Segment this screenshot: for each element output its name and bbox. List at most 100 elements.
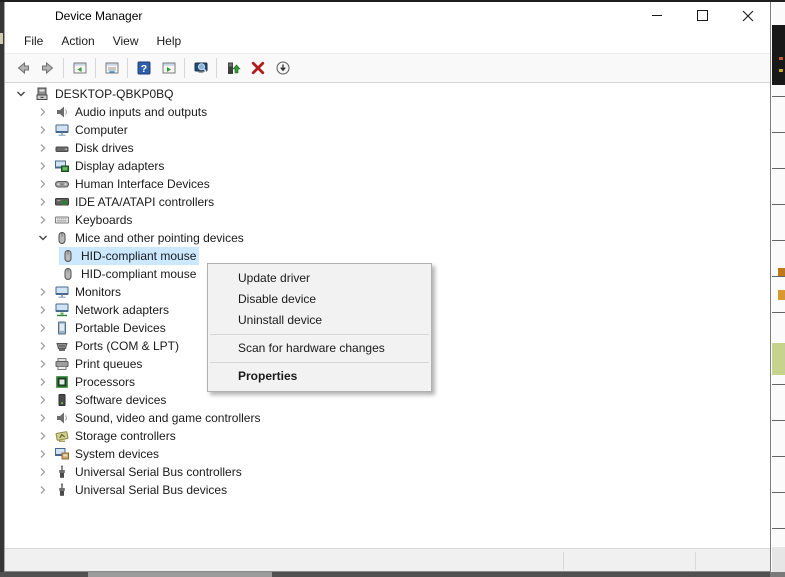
tree-item-label: Disk drives [75,141,134,155]
forward-button[interactable] [35,56,60,80]
window-title: Device Manager [55,9,142,23]
chevron-right-icon[interactable] [35,104,51,120]
help-button[interactable]: ? [131,56,156,80]
status-bar-separator [695,552,696,570]
tree-item-ide-ata-atapi-controllers[interactable]: IDE ATA/ATAPI controllers [53,193,217,211]
chevron-right-icon[interactable] [35,338,51,354]
chevron-right-icon[interactable] [35,356,51,372]
tree-row: Storage controllers [5,427,770,445]
maximize-button[interactable] [680,2,725,29]
tree-item-ports-com-lpt-[interactable]: Ports (COM & LPT) [53,337,182,355]
tree-row: Universal Serial Bus controllers [5,463,770,481]
tree-item-print-queues[interactable]: Print queues [53,355,145,373]
tree-item-label: Software devices [75,393,166,407]
chevron-right-icon[interactable] [35,482,51,498]
chevron-right-icon[interactable] [35,392,51,408]
context-menu-item-uninstall-device[interactable]: Uninstall device [208,310,431,331]
toolbar: ? [5,54,770,83]
tree-row: System devices [5,445,770,463]
chevron-right-icon[interactable] [35,194,51,210]
tree-row: Disk drives [5,139,770,157]
context-menu-item-update-driver[interactable]: Update driver [208,268,431,289]
tree-item-disk-drives[interactable]: Disk drives [53,139,137,157]
menubar-item-view[interactable]: View [104,31,148,52]
show-console-tree-icon [72,60,88,76]
chevron-right-icon[interactable] [35,464,51,480]
mouse-icon [54,230,70,246]
tree-item-label: Universal Serial Bus controllers [75,465,242,479]
menubar-item-help[interactable]: Help [148,31,191,52]
context-menu-item-properties[interactable]: Properties [208,366,431,387]
background-speck [779,57,783,60]
portable-device-icon [54,320,70,336]
chevron-right-icon[interactable] [35,284,51,300]
chevron-right-icon[interactable] [35,212,51,228]
tree-item-computer[interactable]: Computer [53,121,131,139]
chevron-right-icon[interactable] [35,446,51,462]
back-button[interactable] [10,56,35,80]
toolbar-separator [216,58,217,78]
tree-item-system-devices[interactable]: System devices [53,445,162,463]
chevron-down-icon[interactable] [13,86,29,102]
context-menu-item-disable-device[interactable]: Disable device [208,289,431,310]
tree-item-hid-compliant-mouse[interactable]: HID-compliant mouse [59,265,199,283]
tree-item-monitors[interactable]: Monitors [53,283,124,301]
tree-item-universal-serial-bus-devices[interactable]: Universal Serial Bus devices [53,481,230,499]
chevron-right-icon[interactable] [35,158,51,174]
chevron-right-icon[interactable] [35,302,51,318]
context-menu-separator [210,334,429,335]
show-console-tree-button[interactable] [67,56,92,80]
uninstall-device-icon [250,60,266,76]
chevron-down-icon[interactable] [35,230,51,246]
tree-item-label: Human Interface Devices [75,177,210,191]
tree-item-label: Print queues [75,357,142,371]
chevron-right-icon[interactable] [35,374,51,390]
tree-item-audio-inputs-and-outputs[interactable]: Audio inputs and outputs [53,103,210,121]
tree-item-label: System devices [75,447,159,461]
menubar-item-file[interactable]: File [15,31,52,52]
tree-item-sound-video-and-game-controllers[interactable]: Sound, video and game controllers [53,409,263,427]
uninstall-device-button[interactable] [245,56,270,80]
update-driver-icon [225,60,241,76]
tree-item-desktop-qbkp0bq[interactable]: DESKTOP-QBKP0BQ [33,85,176,103]
close-button[interactable] [725,2,770,29]
chevron-right-icon[interactable] [35,122,51,138]
computer-root-icon [34,86,50,102]
tree-item-universal-serial-bus-controllers[interactable]: Universal Serial Bus controllers [53,463,245,481]
properties-button[interactable] [99,56,124,80]
disable-device-button[interactable] [270,56,295,80]
tree-item-processors[interactable]: Processors [53,373,138,391]
chevron-right-icon[interactable] [35,410,51,426]
chevron-right-icon[interactable] [35,320,51,336]
tree-item-human-interface-devices[interactable]: Human Interface Devices [53,175,213,193]
chevron-right-icon[interactable] [35,428,51,444]
show-action-pane-button[interactable] [156,56,181,80]
background-list-rows [772,85,785,547]
tree-item-hid-compliant-mouse[interactable]: HID-compliant mouse [59,247,199,265]
title-bar[interactable]: Device Manager [5,2,770,29]
scan-hardware-button[interactable] [188,56,213,80]
tree-row: Sound, video and game controllers [5,409,770,427]
tree-item-network-adapters[interactable]: Network adapters [53,301,172,319]
tree-item-label: Portable Devices [75,321,166,335]
context-menu-item-scan-for-hardware-changes[interactable]: Scan for hardware changes [208,338,431,359]
tree-row: Universal Serial Bus devices [5,481,770,499]
tree-row: Keyboards [5,211,770,229]
minimize-button[interactable] [635,2,680,29]
system-device-icon [54,446,70,462]
tree-item-mice-and-other-pointing-devices[interactable]: Mice and other pointing devices [53,229,247,247]
tree-item-label: Monitors [75,285,121,299]
tree-item-display-adapters[interactable]: Display adapters [53,157,167,175]
menubar-item-action[interactable]: Action [52,31,103,52]
tree-item-storage-controllers[interactable]: Storage controllers [53,427,179,445]
tree-item-software-devices[interactable]: Software devices [53,391,169,409]
chevron-right-icon[interactable] [35,140,51,156]
tree-item-label: Universal Serial Bus devices [75,483,227,497]
background-dark-block [772,25,785,85]
display-adapter-icon [54,158,70,174]
status-bar-separator [563,552,564,570]
update-driver-button[interactable] [220,56,245,80]
tree-item-portable-devices[interactable]: Portable Devices [53,319,169,337]
tree-item-keyboards[interactable]: Keyboards [53,211,135,229]
chevron-right-icon[interactable] [35,176,51,192]
